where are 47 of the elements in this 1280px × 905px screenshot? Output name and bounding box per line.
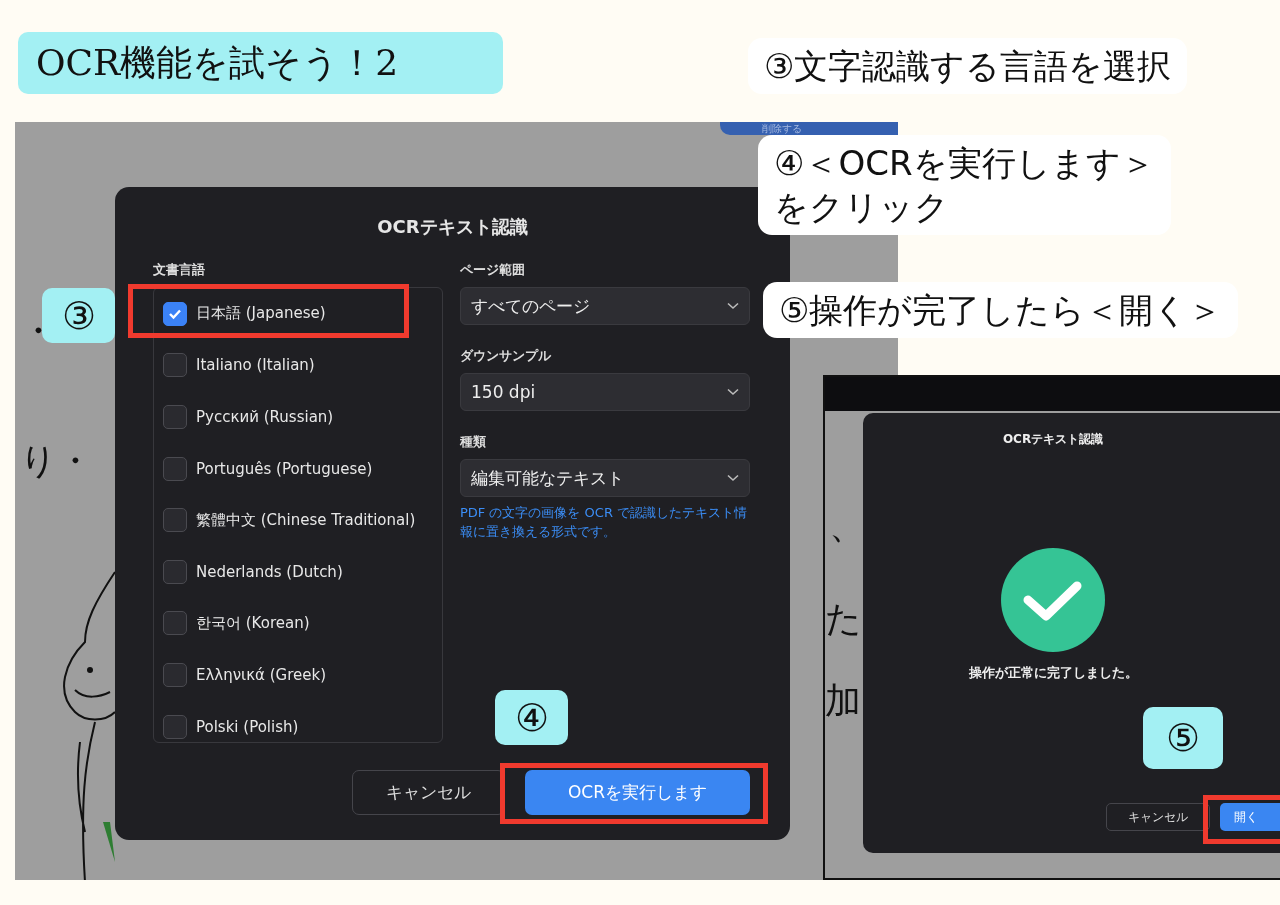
chevron-down-icon bbox=[727, 302, 739, 310]
success-message: 操作が正常に完了しました。 bbox=[968, 664, 1138, 682]
dropdown[interactable]: 150 dpi bbox=[460, 373, 750, 411]
checkbox[interactable] bbox=[163, 405, 187, 429]
instruction-callout: ④＜OCRを実行します＞ をクリック bbox=[758, 135, 1171, 236]
language-label: Polski (Polish) bbox=[196, 717, 299, 736]
step-badge: ④ bbox=[495, 690, 568, 745]
language-label: Italiano (Italian) bbox=[196, 356, 315, 375]
instruction-callout: ③文字認識する言語を選択 bbox=[748, 38, 1188, 95]
cancel-button[interactable]: キャンセル bbox=[1106, 803, 1210, 831]
field-label: ダウンサンプル bbox=[460, 347, 552, 365]
language-label: Русский (Russian) bbox=[196, 408, 334, 426]
checkbox[interactable] bbox=[163, 301, 187, 326]
checkbox[interactable] bbox=[163, 611, 187, 636]
document-text: り・ bbox=[20, 439, 93, 483]
run-ocr-button[interactable]: OCRを実行します bbox=[525, 770, 750, 815]
checkbox[interactable] bbox=[163, 559, 187, 584]
chevron-down-icon bbox=[727, 388, 739, 396]
dropdown[interactable]: 編集可能なテキスト bbox=[460, 459, 750, 497]
step-badge: ⑤ bbox=[1143, 707, 1223, 769]
checkbox[interactable] bbox=[163, 353, 187, 378]
language-label: Nederlands (Dutch) bbox=[196, 562, 343, 581]
dialog-title: OCRテキスト認識 bbox=[1002, 431, 1104, 448]
language-label: 日本語 (Japanese) bbox=[196, 304, 326, 324]
chevron-down-icon bbox=[727, 474, 739, 482]
document-text: 、 bbox=[829, 504, 865, 548]
check-circle-icon bbox=[1001, 548, 1105, 652]
open-button[interactable]: 開く bbox=[1220, 803, 1280, 831]
field-label: 文書言語 bbox=[153, 261, 206, 279]
language-label: 한국어 (Korean) bbox=[196, 613, 310, 633]
checkbox[interactable] bbox=[163, 662, 187, 687]
language-label: Ελληνικά (Greek) bbox=[196, 665, 326, 684]
title-banner: OCR機能を試そう！2 bbox=[18, 32, 503, 94]
document-text: た bbox=[825, 597, 862, 641]
checkbox[interactable] bbox=[163, 714, 187, 739]
checkbox[interactable] bbox=[163, 508, 187, 533]
check-icon bbox=[168, 307, 182, 320]
instruction-callout: ⑤操作が完了したら＜開く＞ bbox=[763, 282, 1239, 339]
hint-text: PDF の文字の画像を OCR で認識したテキスト情報に置き換える形式です。 bbox=[460, 504, 749, 541]
language-label: Português (Portuguese) bbox=[196, 459, 373, 478]
dropdown[interactable]: すべてのページ bbox=[460, 287, 750, 325]
dialog-title: OCRテキスト認識 bbox=[376, 215, 529, 239]
document-text: 加 bbox=[825, 679, 861, 723]
field-label: 種類 bbox=[460, 433, 487, 451]
field-label: ページ範囲 bbox=[460, 261, 526, 279]
checkbox[interactable] bbox=[163, 456, 187, 481]
language-label: 繁體中文 (Chinese Traditional) bbox=[196, 510, 416, 530]
